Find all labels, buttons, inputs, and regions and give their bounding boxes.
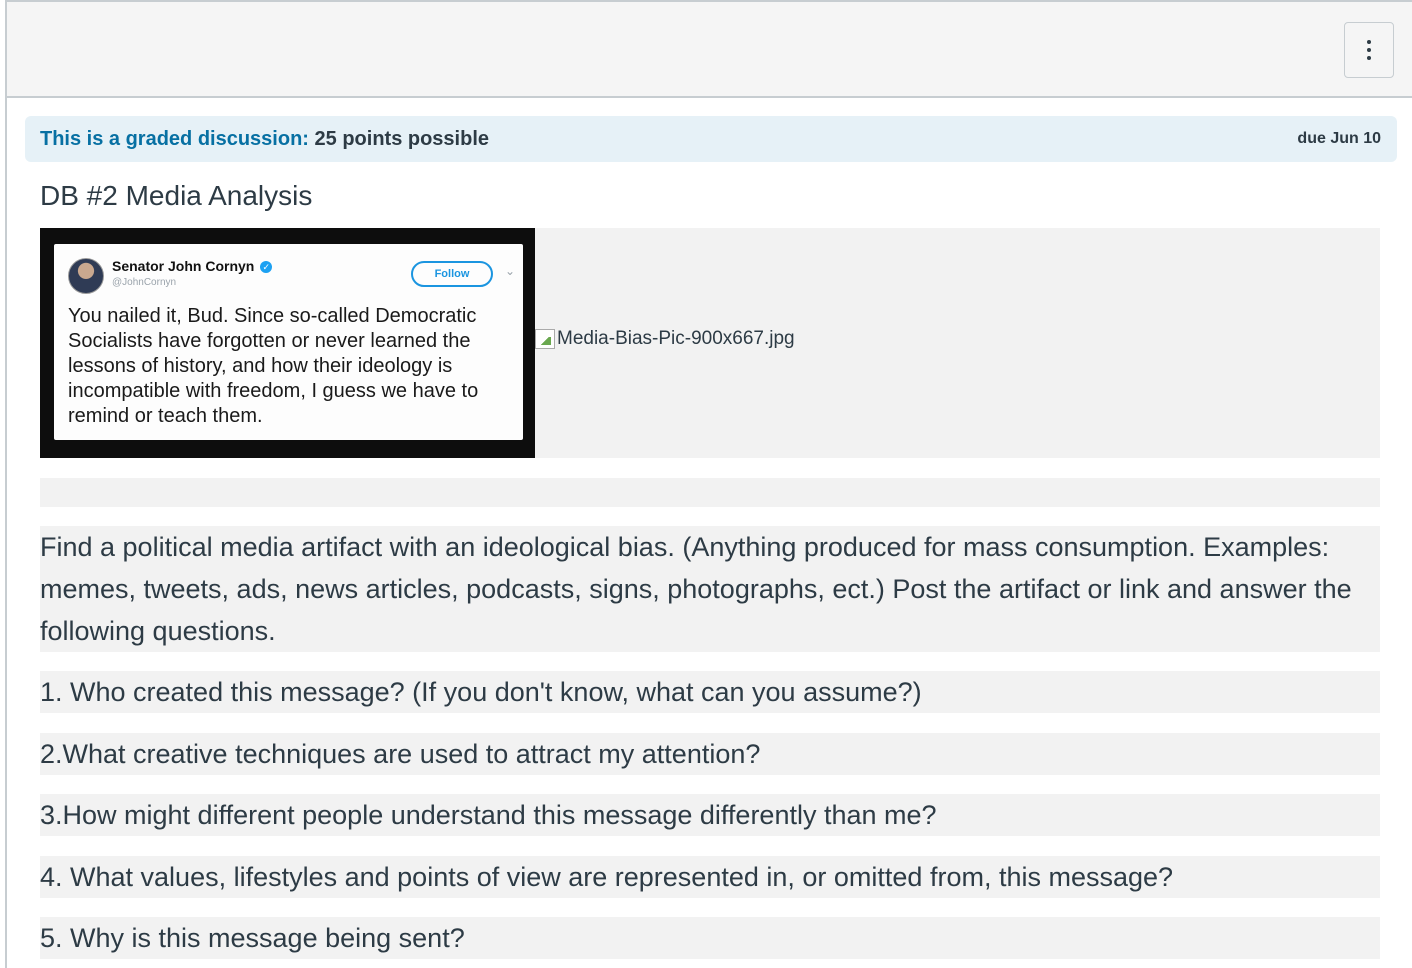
image-alt-text: Media-Bias-Pic-900x667.jpg [557,328,795,349]
discussion-title: DB #2 Media Analysis [40,180,313,211]
graded-info: This is a graded discussion: 25 points p… [40,128,489,151]
tweet-card: Senator John Cornyn ✓ @JohnCornyn Follow… [54,244,523,440]
verified-badge-icon: ✓ [260,261,273,274]
graded-discussion-link[interactable]: This is a graded discussion: [40,128,309,150]
points-possible: 25 points possible [308,127,490,150]
question-2: 2.What creative techniques are used to a… [40,733,1380,775]
question-1: 1. Who created this message? (If you don… [40,671,1380,713]
due-date: due Jun 10 [1297,130,1381,147]
tweet-text: You nailed it, Bud. Since so-called Demo… [68,305,479,427]
question-3: 3.How might different people understand … [40,794,1380,836]
tweet-screenshot-image: Senator John Cornyn ✓ @JohnCornyn Follow… [40,228,535,458]
follow-button: Follow [411,261,493,287]
discussion-toolbar [7,2,1412,98]
question-5: 5. Why is this message being sent? [40,917,1380,959]
empty-paragraph [40,478,1380,507]
chevron-down-icon: ⌄ [505,264,516,278]
graded-discussion-banner: This is a graded discussion: 25 points p… [25,116,1397,162]
kebab-vertical-icon [1367,40,1371,44]
broken-image-icon [535,329,555,349]
media-row: Senator John Cornyn ✓ @JohnCornyn Follow… [40,228,1380,458]
tweet-author: Senator John Cornyn ✓ [112,258,273,274]
discussion-frame: This is a graded discussion: 25 points p… [5,0,1412,968]
tweet-handle: @JohnCornyn [112,277,177,288]
question-4: 4. What values, lifestyles and points of… [40,856,1380,898]
avatar [68,258,104,294]
broken-image: Media-Bias-Pic-900x667.jpg [535,328,795,350]
more-options-button[interactable] [1344,22,1394,78]
discussion-prompt: Find a political media artifact with an … [40,526,1380,652]
